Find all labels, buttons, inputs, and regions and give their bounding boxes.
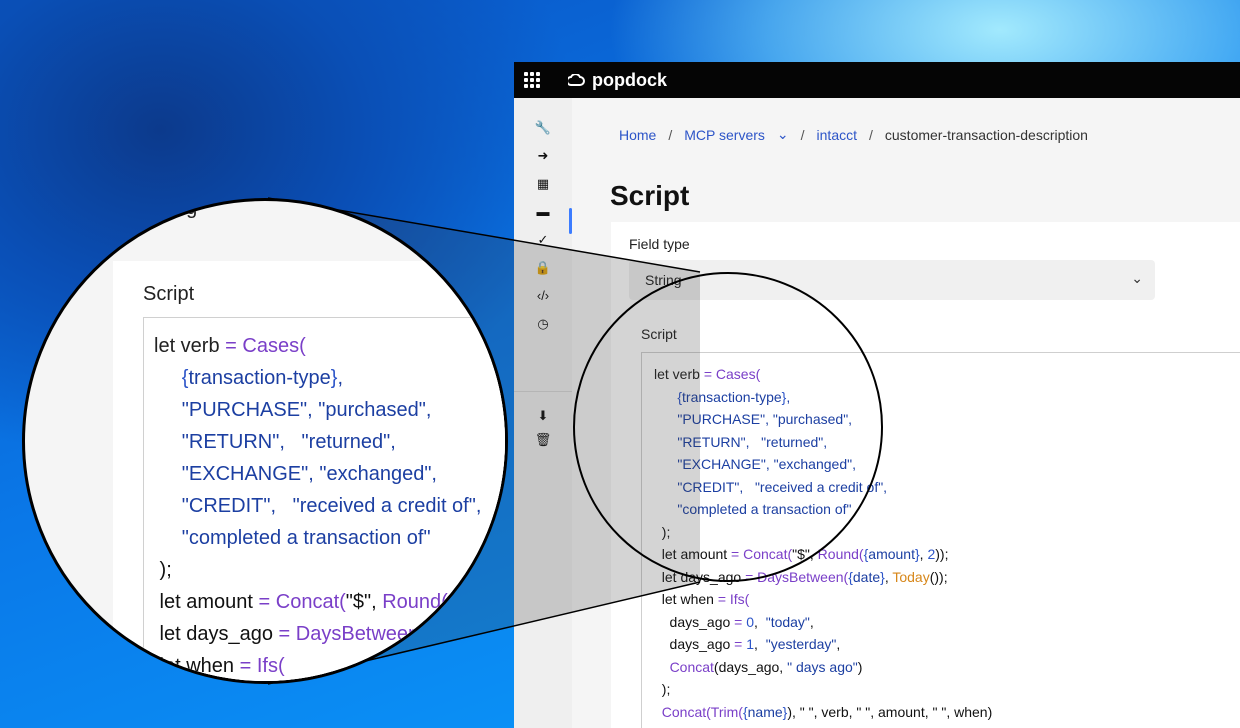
app-logo[interactable]: popdock bbox=[568, 70, 667, 91]
magnifier-circle: ng Script let verb = Cases( {transaction… bbox=[22, 198, 508, 684]
magnified-script-code: let verb = Cases( {transaction-type}, "P… bbox=[154, 335, 482, 677]
window-icon[interactable]: ▬ bbox=[535, 204, 551, 220]
breadcrumb-mcp-servers[interactable]: MCP servers bbox=[684, 127, 765, 143]
breadcrumb-current: customer-transaction-description bbox=[884, 126, 1088, 143]
magnified-script-editor: let verb = Cases( {transaction-type}, "P… bbox=[143, 317, 505, 681]
clock-icon[interactable]: ◷ bbox=[535, 316, 551, 332]
app-launcher-icon[interactable] bbox=[524, 72, 540, 88]
chevron-down-icon[interactable]: ⌄ bbox=[777, 126, 789, 143]
arrow-right-circle-icon[interactable]: ➜ bbox=[535, 148, 551, 164]
download-icon[interactable]: ⬇ bbox=[535, 408, 551, 424]
page-title: Script bbox=[610, 180, 690, 211]
breadcrumb-home[interactable]: Home bbox=[619, 127, 656, 143]
calculator-icon[interactable]: ▦ bbox=[535, 176, 551, 192]
breadcrumb-intacct[interactable]: intacct bbox=[817, 127, 857, 143]
magnifier-target-circle bbox=[573, 272, 883, 582]
trash-icon[interactable]: 🗑 bbox=[535, 432, 552, 448]
field-type-label: Field type bbox=[629, 236, 690, 252]
rail-divider bbox=[514, 391, 572, 392]
topbar: popdock bbox=[514, 62, 1240, 98]
magnified-script-label: Script bbox=[143, 283, 195, 305]
app-name: popdock bbox=[592, 70, 667, 90]
breadcrumb-separator: / bbox=[869, 126, 873, 143]
chevron-down-icon: ⌄ bbox=[1131, 270, 1143, 286]
left-rail: 🔧 ➜ ▦ ▬ ✓ 🔒 ‹/› ◷ ⬇ 🗑 bbox=[514, 98, 573, 728]
breadcrumb: Home / MCP servers ⌄ / intacct / custome… bbox=[619, 126, 1088, 143]
wrench-icon[interactable]: 🔧 bbox=[535, 120, 551, 136]
breadcrumb-separator: / bbox=[800, 126, 805, 143]
code-icon[interactable]: ‹/› bbox=[535, 288, 551, 304]
magnified-field-value: ng bbox=[175, 198, 198, 219]
popdock-logo-icon bbox=[568, 73, 585, 86]
clipboard-check-icon[interactable]: ✓ bbox=[535, 232, 551, 248]
lock-icon[interactable]: 🔒 bbox=[535, 260, 551, 276]
breadcrumb-separator: / bbox=[668, 126, 673, 143]
